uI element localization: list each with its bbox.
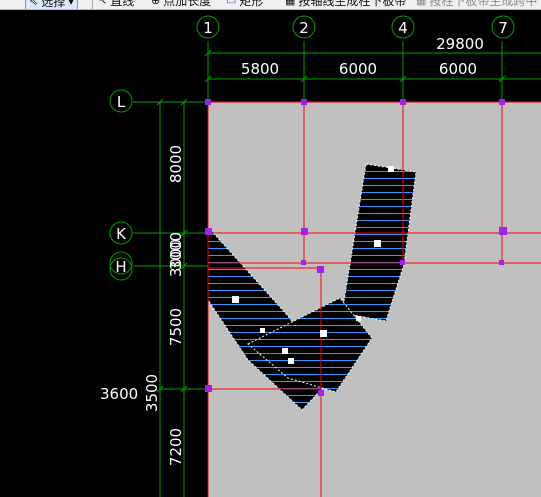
rectangle-label: 矩形 (239, 0, 264, 8)
axis-bubble-row-H[interactable]: H (109, 251, 133, 281)
grip[interactable] (288, 358, 294, 364)
column[interactable] (205, 228, 212, 235)
axis-bubble-col-4[interactable]: 4 (391, 15, 415, 39)
grip[interactable] (320, 330, 327, 337)
axis-bubble-row-K[interactable]: K (109, 221, 133, 245)
line-icon: ↖ (98, 0, 108, 7)
column[interactable] (400, 260, 405, 265)
column[interactable] (301, 228, 308, 235)
column[interactable] (205, 99, 211, 105)
toolbar-separator (92, 0, 93, 9)
grid-icon: ▦ (285, 0, 296, 7)
drawing-canvas[interactable]: 1 2 4 7 L K H 29800 5800 6000 6000 8000 … (0, 10, 541, 497)
select-label: 选择 (41, 0, 66, 9)
chevron-down-icon: ▾ (68, 0, 74, 8)
dim-vertical-4: 7200 (167, 428, 185, 466)
grip[interactable] (374, 240, 381, 247)
by-span-button[interactable]: ▦ 按柱下板带生成跨中 (416, 0, 537, 9)
grip[interactable] (260, 328, 265, 333)
grip[interactable] (388, 166, 394, 172)
axis-label-col-1: 1 (203, 19, 213, 37)
axis-bubble-col-1[interactable]: 1 (196, 15, 220, 39)
column[interactable] (499, 227, 507, 235)
line-label: 直线 (110, 0, 135, 8)
toolbar: ⇖ 选择 ▾ ↖ 直线 ⊕ 点加长度 ▭ 矩形 ▦ 按轴线生成柱下板带 ▦ 按柱… (0, 0, 541, 10)
plus-circle-icon: ⊕ (151, 0, 161, 7)
column[interactable] (205, 385, 212, 392)
dim-span-3: 6000 (439, 60, 477, 78)
point-length-button[interactable]: ⊕ 点加长度 (151, 0, 211, 9)
by-axis-label: 按轴线生成柱下板带 (298, 0, 407, 8)
select-dropdown[interactable]: ⇖ 选择 ▾ (25, 0, 78, 9)
column[interactable] (301, 99, 307, 105)
column[interactable] (400, 99, 406, 105)
axis-label-col-4: 4 (398, 19, 408, 37)
column[interactable] (318, 390, 324, 396)
axis-label-col-2: 2 (299, 19, 309, 37)
rectangle-icon: ▭ (226, 0, 237, 7)
dim-span-1: 5800 (241, 60, 279, 78)
dim-left-mark: 3600 (100, 385, 138, 403)
column[interactable] (317, 266, 324, 273)
axis-label-row-K: K (116, 225, 127, 243)
column[interactable] (499, 99, 505, 105)
dim-vertical-1: 8000 (167, 145, 185, 183)
rectangle-tool-button[interactable]: ▭ 矩形 (226, 0, 263, 9)
column[interactable] (301, 260, 306, 265)
grip[interactable] (282, 348, 288, 354)
grid-disabled-icon: ▦ (416, 0, 427, 7)
point-length-label: 点加长度 (163, 0, 212, 8)
dim-vertical-3: 7500 (167, 308, 185, 346)
axis-label-row-L: L (117, 93, 126, 111)
pointer-icon: ⇖ (29, 0, 39, 8)
dim-vertical-outer-1: 3000 (167, 239, 185, 277)
by-span-label: 按柱下板带生成跨中 (429, 0, 538, 8)
axis-bubble-row-L[interactable]: L (109, 89, 133, 113)
axis-label-col-7: 7 (498, 19, 508, 37)
axis-bubble-col-2[interactable]: 2 (292, 15, 316, 39)
dim-vertical-outer-2: 3500 (143, 374, 161, 412)
by-axis-button[interactable]: ▦ 按轴线生成柱下板带 (285, 0, 406, 9)
dim-total: 29800 (436, 35, 484, 53)
grip[interactable] (232, 296, 239, 303)
axis-label-row-H: H (115, 258, 126, 276)
dim-span-2: 6000 (339, 60, 377, 78)
axis-bubble-col-7[interactable]: 7 (491, 15, 515, 39)
line-tool-button[interactable]: ↖ 直线 (98, 0, 134, 9)
column[interactable] (499, 260, 504, 265)
grip[interactable] (356, 316, 361, 321)
